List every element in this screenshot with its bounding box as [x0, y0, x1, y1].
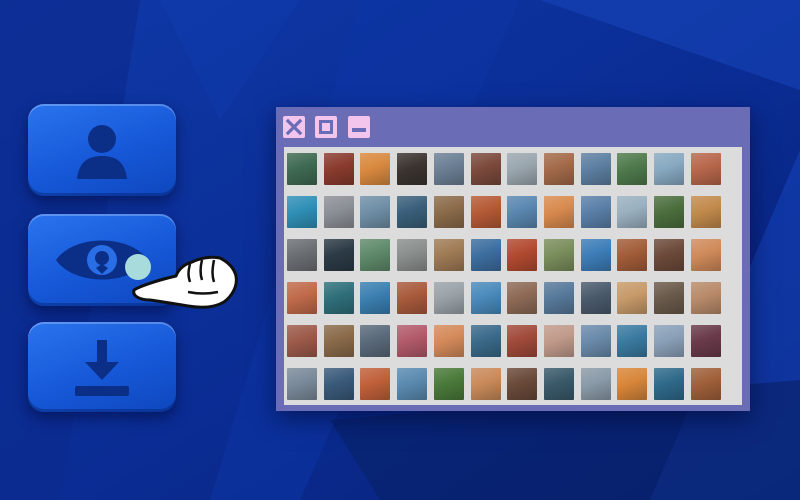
photo-gallery [284, 147, 742, 405]
photo-thumbnail[interactable] [397, 282, 428, 314]
photo-thumbnail[interactable] [323, 368, 354, 400]
photo-thumbnail[interactable] [580, 196, 611, 228]
photo-thumbnail[interactable] [690, 239, 721, 271]
photo-thumbnail[interactable] [507, 153, 538, 185]
photo-thumbnail[interactable] [543, 325, 574, 357]
photo-thumbnail[interactable] [470, 368, 501, 400]
photo-thumbnail[interactable] [690, 282, 721, 314]
photo-thumbnail[interactable] [397, 196, 428, 228]
photo-thumbnail[interactable] [543, 282, 574, 314]
photo-thumbnail[interactable] [617, 196, 648, 228]
photo-thumbnail[interactable] [654, 239, 684, 271]
photo-thumbnail[interactable] [323, 282, 354, 314]
photo-thumbnail[interactable] [323, 325, 354, 357]
close-button[interactable] [283, 116, 305, 138]
photo-thumbnail[interactable] [507, 239, 538, 271]
photo-thumbnail[interactable] [470, 239, 501, 271]
photo-thumbnail[interactable] [580, 239, 611, 271]
photo-thumbnail[interactable] [323, 196, 354, 228]
maximize-button[interactable] [315, 116, 337, 138]
photo-thumbnail[interactable] [433, 196, 464, 228]
photo-thumbnail[interactable] [360, 325, 391, 357]
minimize-icon [352, 128, 366, 132]
photo-thumbnail[interactable] [617, 282, 648, 314]
photo-thumbnail[interactable] [580, 153, 611, 185]
download-icon [75, 340, 129, 396]
photo-thumbnail[interactable] [580, 325, 611, 357]
photo-thumbnail[interactable] [654, 325, 684, 357]
photo-thumbnail[interactable] [617, 325, 648, 357]
photo-thumbnail[interactable] [360, 153, 391, 185]
photo-thumbnail[interactable] [470, 153, 501, 185]
maximize-icon [319, 120, 333, 134]
photo-thumbnail[interactable] [433, 239, 464, 271]
photo-thumbnail[interactable] [654, 368, 684, 400]
gallery-window [276, 107, 750, 411]
photo-thumbnail[interactable] [543, 196, 574, 228]
photo-thumbnail[interactable] [323, 239, 354, 271]
photo-thumbnail[interactable] [397, 368, 428, 400]
photo-thumbnail[interactable] [360, 282, 391, 314]
close-icon [285, 118, 303, 136]
photo-thumbnail[interactable] [433, 282, 464, 314]
photo-thumbnail[interactable] [580, 282, 611, 314]
photo-thumbnail[interactable] [433, 153, 464, 185]
minimize-button[interactable] [348, 116, 370, 138]
photo-thumbnail[interactable] [654, 282, 684, 314]
photo-thumbnail[interactable] [507, 325, 538, 357]
user-icon [77, 125, 127, 179]
photo-thumbnail[interactable] [690, 368, 721, 400]
photo-thumbnail[interactable] [433, 368, 464, 400]
photo-thumbnail[interactable] [654, 196, 684, 228]
photo-thumbnail[interactable] [287, 196, 317, 228]
photo-thumbnail[interactable] [287, 239, 317, 271]
photo-grid [284, 147, 742, 405]
photo-thumbnail[interactable] [617, 368, 648, 400]
photo-thumbnail[interactable] [470, 196, 501, 228]
photo-thumbnail[interactable] [507, 196, 538, 228]
photo-thumbnail[interactable] [470, 325, 501, 357]
photo-thumbnail[interactable] [690, 153, 721, 185]
photo-thumbnail[interactable] [543, 368, 574, 400]
photo-thumbnail[interactable] [287, 325, 317, 357]
photo-thumbnail[interactable] [617, 153, 648, 185]
photo-thumbnail[interactable] [433, 325, 464, 357]
photo-thumbnail[interactable] [690, 196, 721, 228]
download-button[interactable] [28, 322, 176, 412]
photo-thumbnail[interactable] [690, 325, 721, 357]
photo-thumbnail[interactable] [617, 239, 648, 271]
photo-thumbnail[interactable] [507, 368, 538, 400]
photo-thumbnail[interactable] [470, 282, 501, 314]
photo-thumbnail[interactable] [360, 239, 391, 271]
photo-thumbnail[interactable] [507, 282, 538, 314]
photo-thumbnail[interactable] [397, 239, 428, 271]
profile-button[interactable] [28, 104, 176, 196]
photo-thumbnail[interactable] [654, 153, 684, 185]
photo-thumbnail[interactable] [287, 282, 317, 314]
window-titlebar[interactable] [276, 107, 750, 145]
photo-thumbnail[interactable] [360, 368, 391, 400]
photo-thumbnail[interactable] [580, 368, 611, 400]
photo-thumbnail[interactable] [543, 239, 574, 271]
photo-thumbnail[interactable] [287, 153, 317, 185]
photo-thumbnail[interactable] [323, 153, 354, 185]
pointing-hand-icon [132, 255, 238, 309]
photo-thumbnail[interactable] [543, 153, 574, 185]
photo-thumbnail[interactable] [397, 153, 428, 185]
photo-thumbnail[interactable] [360, 196, 391, 228]
photo-thumbnail[interactable] [397, 325, 428, 357]
photo-thumbnail[interactable] [287, 368, 317, 400]
